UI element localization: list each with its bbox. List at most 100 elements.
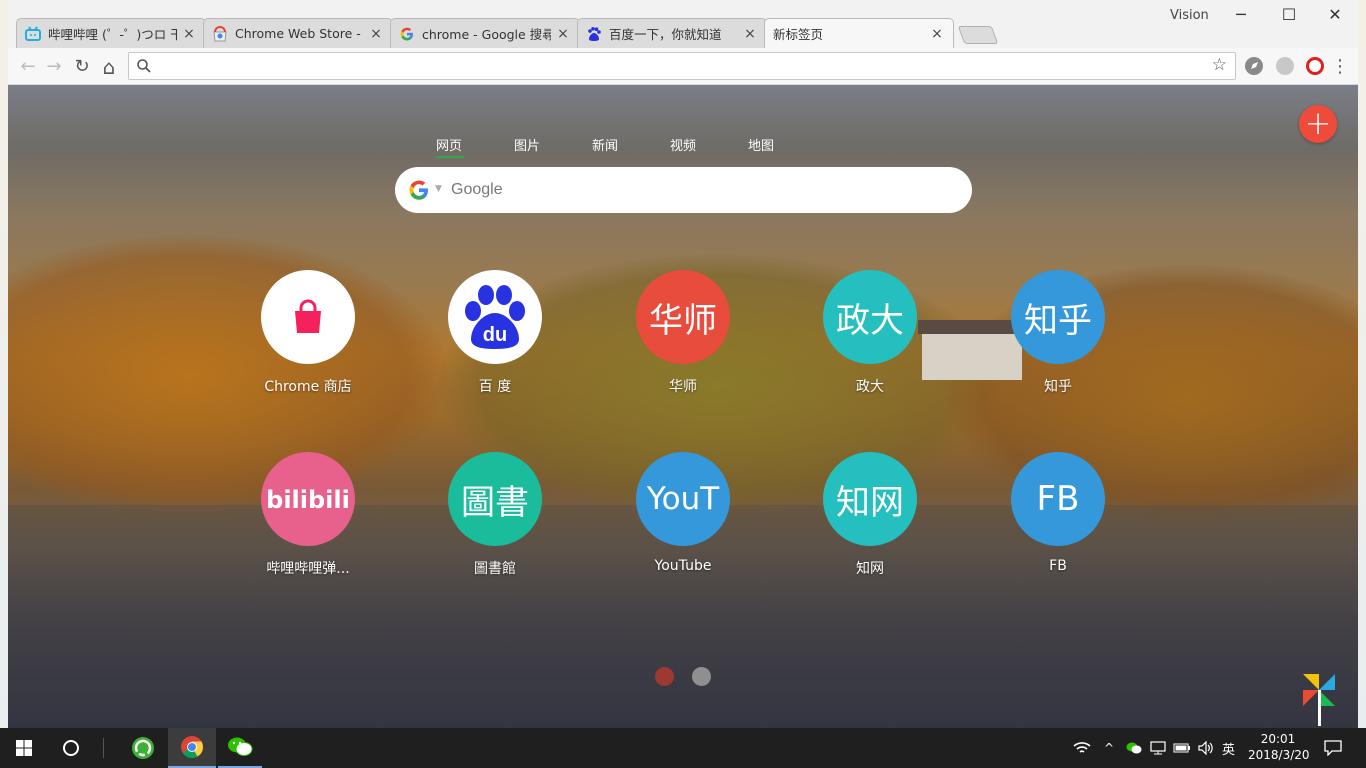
- omnibox-input[interactable]: [157, 56, 1197, 76]
- taskbar-app-360[interactable]: [120, 728, 166, 768]
- notification-center-button[interactable]: [1316, 728, 1350, 768]
- search-tab-images[interactable]: 图片: [498, 135, 576, 154]
- tile-label: 圖書館: [474, 561, 516, 577]
- tile-icon-text: 圖書: [448, 452, 542, 546]
- close-window-button[interactable]: ✕: [1312, 0, 1358, 30]
- windows-taskbar: ^ 英 20:01 2018/3/20: [0, 728, 1366, 768]
- forward-button[interactable]: →: [42, 55, 66, 79]
- tile-icon-text: 政大: [823, 270, 917, 364]
- start-button[interactable]: [0, 728, 48, 768]
- tile-huashi[interactable]: 华师 华师: [603, 270, 763, 396]
- search-tab-news[interactable]: 新闻: [576, 135, 654, 154]
- tile-bilibili[interactable]: bilibili 哔哩哔哩弹...: [228, 452, 388, 578]
- tile-baidu[interactable]: du 百 度: [415, 270, 575, 396]
- chevron-up-icon[interactable]: ^: [1098, 728, 1120, 768]
- extension-opera-icon[interactable]: [1306, 57, 1324, 75]
- windows-logo-icon: [16, 740, 32, 756]
- search-box[interactable]: ▼: [395, 167, 972, 213]
- volume-icon[interactable]: [1195, 728, 1217, 768]
- tab-chrome-web-store[interactable]: Chrome Web Store - ap ×: [203, 18, 393, 48]
- tile-youtube[interactable]: YouT YouTube: [603, 452, 763, 574]
- chrome-store-bag-icon: [261, 270, 355, 364]
- cortana-button[interactable]: [48, 728, 94, 768]
- tile-label: 哔哩哔哩弹...: [266, 561, 350, 577]
- minimize-button[interactable]: ─: [1218, 0, 1264, 30]
- tile-label: 百 度: [478, 379, 512, 395]
- tab-close-button[interactable]: ×: [181, 26, 197, 42]
- tab-strip: 哔哩哔哩 (゜-゜)つロ 干杯 × Chrome Web Store - ap …: [16, 18, 999, 48]
- new-tab-button[interactable]: [957, 26, 999, 44]
- tile-zhihu[interactable]: 知乎 知乎: [978, 270, 1138, 396]
- tab-close-button[interactable]: ×: [555, 26, 571, 42]
- wifi-icon[interactable]: [1070, 728, 1094, 768]
- chrome-window: 哔哩哔哩 (゜-゜)つロ 干杯 × Chrome Web Store - ap …: [8, 0, 1358, 728]
- tile-label: Chrome 商店: [264, 379, 352, 395]
- tile-facebook[interactable]: FB FB: [978, 452, 1138, 574]
- tab-bilibili[interactable]: 哔哩哔哩 (゜-゜)つロ 干杯 ×: [16, 18, 206, 48]
- pinwheel-logo-icon[interactable]: [1297, 668, 1341, 728]
- bilibili-logo-icon: bilibili: [261, 452, 355, 546]
- engine-dropdown-icon[interactable]: ▼: [435, 184, 442, 194]
- tile-chrome-store[interactable]: Chrome 商店: [228, 270, 388, 396]
- search-tab-video[interactable]: 视频: [654, 135, 732, 154]
- clock[interactable]: 20:01 2018/3/20: [1248, 731, 1310, 763]
- maximize-button[interactable]: ☐: [1266, 0, 1312, 30]
- chrome-menu-button[interactable]: ⋮: [1328, 55, 1352, 79]
- wechat-tray-icon[interactable]: [1123, 728, 1145, 768]
- tab-close-button[interactable]: ×: [742, 26, 758, 42]
- tile-label: 华师: [669, 379, 697, 395]
- tab-title: Chrome Web Store - ap: [235, 26, 364, 41]
- taskbar-app-chrome[interactable]: [168, 728, 216, 768]
- battery-icon[interactable]: [1171, 728, 1193, 768]
- bookmark-star-icon[interactable]: ☆: [1212, 55, 1227, 75]
- add-shortcut-button[interactable]: +: [1299, 105, 1337, 143]
- search-input[interactable]: [451, 179, 931, 201]
- profile-name[interactable]: Vision: [1170, 8, 1209, 23]
- search-tab-maps[interactable]: 地图: [732, 135, 810, 154]
- reload-button[interactable]: ↻: [70, 55, 94, 79]
- tab-close-button[interactable]: ×: [929, 26, 945, 42]
- extension-compass-icon[interactable]: [1245, 57, 1263, 75]
- tab-google-search[interactable]: chrome - Google 搜尋 ×: [390, 18, 580, 48]
- tab-close-button[interactable]: ×: [368, 26, 384, 42]
- notification-icon: [1324, 740, 1342, 756]
- taskbar-divider: [103, 738, 104, 758]
- tile-icon-text: 知乎: [1011, 270, 1105, 364]
- home-button[interactable]: ⌂: [97, 55, 121, 79]
- browser-360-icon: [132, 737, 154, 759]
- bilibili-icon: [25, 25, 41, 42]
- extension-circle-icon[interactable]: [1276, 57, 1294, 75]
- tab-title: 哔哩哔哩 (゜-゜)つロ 干杯: [48, 27, 177, 42]
- tile-icon-text: 知网: [823, 452, 917, 546]
- back-button[interactable]: ←: [16, 55, 40, 79]
- svg-text:du: du: [483, 324, 507, 346]
- tab-new-tab[interactable]: 新标签页 ×: [764, 18, 954, 48]
- tab-title: chrome - Google 搜尋: [422, 27, 551, 42]
- page-dot-active[interactable]: [655, 667, 674, 686]
- wechat-icon: [228, 737, 253, 756]
- tile-icon-text: FB: [1011, 452, 1105, 546]
- tile-library[interactable]: 圖書 圖書館: [415, 452, 575, 578]
- taskbar-app-wechat[interactable]: [218, 728, 262, 768]
- chrome-webstore-icon: [212, 25, 228, 42]
- tile-label: FB: [1049, 558, 1067, 574]
- tab-baidu[interactable]: 百度一下，你就知道 ×: [577, 18, 767, 48]
- tab-title: 新标签页: [773, 27, 824, 42]
- search-tab-web[interactable]: 网页: [420, 135, 498, 158]
- baidu-paw-icon: du: [448, 270, 542, 364]
- tile-cnki[interactable]: 知网 知网: [790, 452, 950, 578]
- google-engine-icon[interactable]: [407, 178, 431, 202]
- browser-toolbar: ← → ↻ ⌂ ☆ ⋮: [8, 48, 1358, 85]
- network-icon[interactable]: [1147, 728, 1169, 768]
- tile-zhengda[interactable]: 政大 政大: [790, 270, 950, 396]
- new-tab-page: 网页 图片 新闻 视频 地图 ▼ + Chrome 商店 du 百 度 华师: [8, 85, 1358, 728]
- omnibox[interactable]: ☆: [128, 52, 1236, 80]
- svg-text:bilibili: bilibili: [266, 486, 350, 514]
- input-language[interactable]: 英: [1222, 739, 1235, 758]
- search-type-tabs: 网页 图片 新闻 视频 地图: [420, 135, 810, 158]
- tile-label: YouTube: [654, 558, 712, 574]
- page-dot[interactable]: [692, 667, 711, 686]
- tile-label: 政大: [856, 379, 884, 395]
- search-icon: [137, 59, 151, 73]
- cortana-circle-icon: [63, 740, 79, 756]
